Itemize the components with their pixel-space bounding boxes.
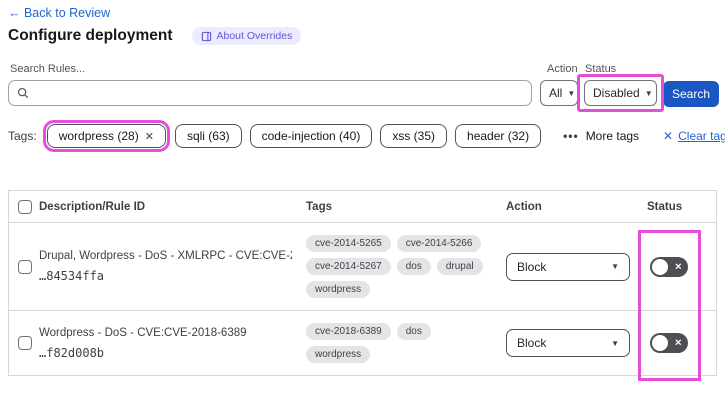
table-header-row: Description/Rule ID Tags Action Status [9, 191, 716, 223]
column-header-description: Description/Rule ID [39, 200, 146, 213]
book-icon [202, 31, 212, 41]
tag-chip-label: wordpress (28) [58, 129, 139, 143]
action-cell: Block ▼ [506, 329, 647, 357]
about-overrides-badge[interactable]: About Overrides [192, 27, 302, 45]
rule-id: …f82d008b [39, 345, 105, 360]
page-title: Configure deployment [8, 27, 173, 44]
more-tags-label: More tags [585, 129, 640, 143]
rules-table: Description/Rule ID Tags Action Status D… [8, 190, 717, 376]
chevron-down-icon: ▼ [611, 338, 619, 348]
tags-bar-label: Tags: [8, 129, 37, 143]
toggle-off-x-icon: ✕ [674, 337, 682, 348]
remove-tag-icon[interactable]: ✕ [145, 130, 154, 143]
description-cell: Wordpress - DoS - CVE:CVE-2018-6389 …f82… [39, 327, 306, 360]
row-checkbox[interactable] [18, 259, 32, 274]
rule-tag-pill: cve-2014-5266 [396, 235, 482, 252]
action-filter-dropdown[interactable]: All ▼ [540, 80, 578, 106]
chevron-down-icon: ▼ [567, 88, 576, 98]
toggle-knob [652, 335, 668, 351]
about-overrides-label: About Overrides [216, 30, 293, 42]
table-row: Wordpress - DoS - CVE:CVE-2018-6389 …f82… [9, 311, 716, 375]
clear-x-icon: ✕ [663, 129, 674, 143]
table-body: Drupal, Wordpress - DoS - XMLRPC - CVE:C… [9, 223, 716, 375]
status-cell: ✕ [647, 333, 716, 353]
tags-bar: Tags: wordpress (28) ✕ sqli (63) code-inj… [8, 119, 725, 153]
column-header-action: Action [506, 200, 542, 213]
chevron-down-icon: ▼ [611, 262, 619, 271]
action-select[interactable]: Block ▼ [506, 252, 630, 281]
rule-tag-pill: dos [396, 258, 431, 275]
toggle-knob [652, 258, 668, 275]
tag-chip[interactable]: xss (35) [380, 124, 448, 148]
clear-tags-button[interactable]: ✕ Clear tags [663, 129, 725, 143]
tag-chip[interactable]: sqli (63) [174, 124, 242, 148]
column-header-status: Status [647, 200, 683, 213]
search-icon [17, 87, 29, 99]
search-button[interactable]: Search [663, 81, 719, 107]
action-cell: Block ▼ [506, 252, 647, 281]
rule-tag-pill: wordpress [306, 281, 371, 298]
column-header-tags: Tags [306, 200, 332, 213]
status-filter-value: Disabled [593, 86, 640, 100]
rule-tag-pill: drupal [436, 258, 483, 275]
status-filter-dropdown[interactable]: Disabled ▼ [584, 80, 657, 106]
title-row: Configure deployment About Overrides [8, 27, 302, 45]
rule-tag-pill: wordpress [306, 346, 371, 363]
rule-tag-pill: dos [396, 323, 431, 340]
more-tags-button[interactable]: ••• More tags [563, 129, 639, 143]
tag-chip-list: sqli (63) code-injection (40) xss (35) head… [174, 124, 549, 148]
tag-chip[interactable]: header (32) [455, 124, 542, 148]
status-filter-label: Status [585, 63, 617, 75]
toggle-off-x-icon: ✕ [674, 261, 682, 271]
ellipsis-icon: ••• [563, 129, 579, 143]
rule-tag-pill: cve-2018-6389 [306, 323, 391, 340]
rule-tags-cell: cve-2018-6389 dos wordpress [306, 323, 506, 363]
rule-description: Wordpress - DoS - CVE:CVE-2018-6389 [39, 326, 247, 339]
rule-tag-pill: cve-2014-5267 [306, 258, 391, 275]
tag-chip[interactable]: code-injection (40) [249, 124, 373, 148]
rule-tag-pill: cve-2014-5265 [306, 235, 391, 252]
chevron-down-icon: ▼ [644, 88, 653, 98]
rule-description: Drupal, Wordpress - DoS - XMLRPC - CVE:C… [39, 250, 292, 262]
clear-tags-label: Clear tags [678, 129, 725, 143]
action-filter-label: Action [547, 63, 578, 75]
action-filter-value: All [549, 86, 563, 100]
selected-tag-highlight-box: wordpress (28) ✕ [42, 120, 170, 152]
search-input[interactable] [8, 80, 532, 106]
back-to-review-link[interactable]: ← Back to Review [8, 6, 110, 20]
select-all-checkbox[interactable] [18, 199, 32, 214]
table-row: Drupal, Wordpress - DoS - XMLRPC - CVE:C… [9, 223, 716, 311]
status-toggle-off[interactable]: ✕ [650, 256, 688, 277]
status-toggle-off[interactable]: ✕ [650, 333, 688, 353]
rule-id: …84534ffa [39, 269, 105, 283]
search-rules-label: Search Rules... [10, 63, 86, 75]
action-select-value: Block [517, 259, 547, 274]
rule-tags-cell: cve-2014-5265 cve-2014-5266 cve-2014-5267 d… [306, 235, 506, 298]
action-select[interactable]: Block ▼ [506, 329, 630, 357]
tag-chip-wordpress[interactable]: wordpress (28) ✕ [46, 124, 166, 148]
status-cell: ✕ [647, 256, 716, 277]
action-select-value: Block [517, 336, 547, 350]
description-cell: Drupal, Wordpress - DoS - XMLRPC - CVE:C… [39, 250, 306, 283]
row-checkbox[interactable] [18, 336, 32, 350]
